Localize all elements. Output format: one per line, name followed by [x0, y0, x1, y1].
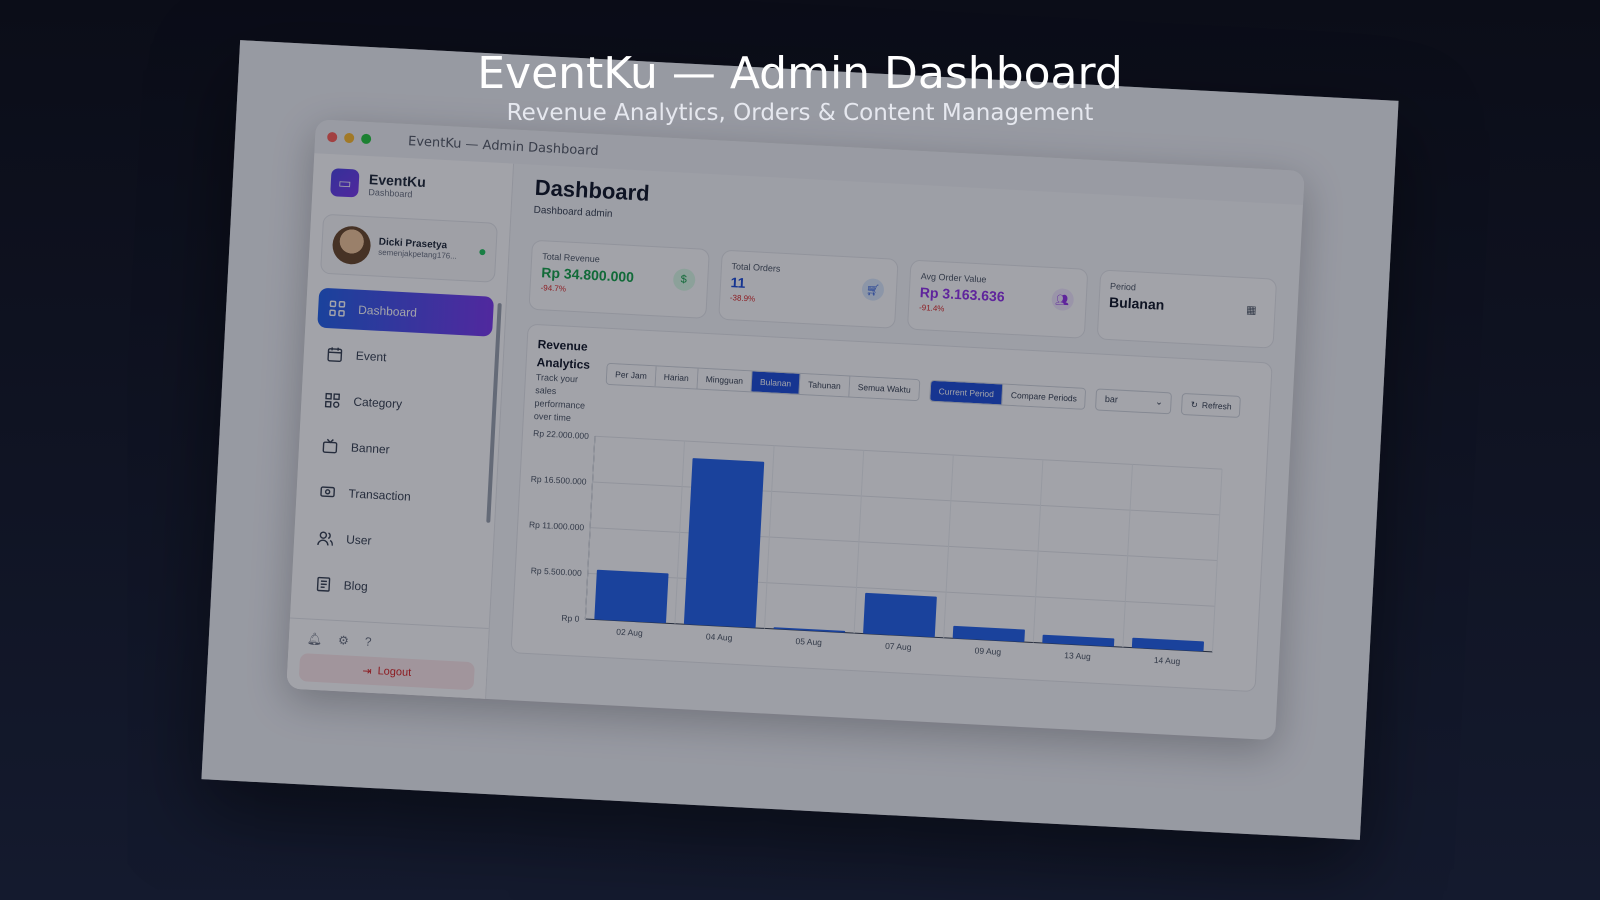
- stat-card-period[interactable]: Period Bulanan ▦: [1096, 269, 1278, 349]
- logout-label: Logout: [377, 665, 412, 679]
- sidebar-item-label: Event: [355, 348, 387, 365]
- logout-icon: ⇥: [362, 664, 372, 678]
- chart-type-value: bar: [1104, 393, 1119, 405]
- chart-type-select[interactable]: bar ⌄: [1095, 388, 1173, 415]
- hero-title: EventKu — Admin Dashboard: [477, 48, 1123, 99]
- chevron-down-icon: ⌄: [1155, 396, 1164, 407]
- gear-icon[interactable]: ⚙: [338, 633, 349, 648]
- analytics-title: Revenue Analytics: [536, 337, 591, 372]
- help-icon[interactable]: ?: [364, 635, 371, 649]
- ticket-logo-icon: ▭: [330, 168, 360, 198]
- x-tick-label: 13 Aug: [1064, 650, 1091, 661]
- sidebar-item-category[interactable]: Category: [312, 380, 489, 429]
- transaction-icon: [318, 483, 337, 502]
- y-tick-label: Rp 22.000.000: [533, 428, 589, 441]
- sidebar-item-blog[interactable]: Blog: [303, 563, 480, 612]
- category-icon: [323, 391, 342, 410]
- refresh-button[interactable]: ↻ Refresh: [1181, 392, 1242, 418]
- sidebar-item-event[interactable]: Event: [315, 334, 492, 383]
- sidebar-nav: Dashboard Event Category Banner Transact…: [303, 287, 495, 613]
- x-tick-label: 07 Aug: [885, 641, 912, 652]
- calendar-icon: [325, 345, 344, 364]
- profile-card[interactable]: Dicki Prasetya semenjakpetang176...: [320, 213, 498, 283]
- chart-bar: [1131, 637, 1204, 652]
- x-tick-label: 05 Aug: [795, 636, 822, 647]
- tab-per-jam[interactable]: Per Jam: [606, 363, 657, 387]
- grid-line: [590, 527, 1218, 562]
- maximize-window-button[interactable]: [360, 133, 372, 145]
- x-tick-label: 14 Aug: [1154, 655, 1181, 666]
- window-title: EventKu — Admin Dashboard: [407, 133, 599, 159]
- sidebar-item-label: Blog: [343, 578, 369, 594]
- screenshot-stage: EventKu — Admin Dashboard ▭ EventKu Dash…: [201, 40, 1399, 840]
- x-tick-label: 04 Aug: [706, 631, 733, 642]
- grid-line: [592, 481, 1220, 516]
- y-tick-label: Rp 0: [561, 613, 580, 624]
- revenue-bar-chart: Rp 0 Rp 5.500.000 Rp 11.000.000 Rp 16.500.0…: [529, 428, 1223, 666]
- tab-semua-waktu[interactable]: Semua Waktu: [849, 376, 920, 401]
- bell-icon[interactable]: 🔔︎: [307, 631, 323, 646]
- app-body: ▭ EventKu Dashboard Dicki Prasetya semen…: [286, 153, 1303, 740]
- revenue-analytics-panel: Revenue Analytics Track your sales perfo…: [510, 323, 1273, 693]
- blog-icon: [313, 575, 332, 594]
- sidebar-item-label: Transaction: [348, 486, 412, 504]
- refresh-label: Refresh: [1201, 399, 1232, 412]
- tab-tahunan[interactable]: Tahunan: [799, 373, 851, 397]
- stat-card-orders: Total Orders 11 -38.9% 🛒︎: [717, 249, 899, 329]
- users-icon: [316, 529, 335, 548]
- sidebar-item-label: Category: [353, 394, 403, 412]
- sidebar-item-label: Banner: [350, 440, 391, 457]
- online-status-icon: [479, 248, 486, 256]
- close-window-button[interactable]: [326, 131, 338, 143]
- grid-icon: [328, 299, 347, 318]
- chart-bar: [863, 592, 937, 638]
- tab-bulanan[interactable]: Bulanan: [751, 371, 801, 394]
- x-tick-label: 02 Aug: [616, 627, 643, 638]
- compare-toggle: Current Period Compare Periods: [929, 379, 1087, 410]
- analytics-controls: Per Jam Harian Mingguan Bulanan Tahunan Semua…: [605, 362, 1242, 418]
- y-tick-label: Rp 5.500.000: [531, 565, 583, 578]
- hero-subtitle: Revenue Analytics, Orders & Content Mana…: [506, 100, 1094, 126]
- y-tick-label: Rp 16.500.000: [531, 474, 587, 487]
- x-tick-label: 09 Aug: [974, 645, 1001, 656]
- stat-card-revenue: Total Revenue Rp 34.800.000 -94.7% $: [528, 239, 710, 319]
- analytics-description: Track your sales performance over time: [533, 372, 586, 423]
- sidebar-footer: 🔔︎ ⚙ ? ⇥ Logout: [286, 617, 489, 699]
- sidebar-item-dashboard[interactable]: Dashboard: [317, 287, 495, 337]
- sidebar-item-label: User: [345, 532, 372, 548]
- chart-bar: [683, 458, 765, 628]
- main-content: Dashboard Dashboard admin Total Revenue …: [486, 164, 1303, 741]
- sidebar: ▭ EventKu Dashboard Dicki Prasetya semen…: [286, 153, 515, 699]
- sidebar-item-label: Dashboard: [357, 302, 418, 320]
- tab-current-period[interactable]: Current Period: [930, 380, 1004, 405]
- sidebar-item-banner[interactable]: Banner: [310, 425, 487, 474]
- granularity-toggle: Per Jam Harian Mingguan Bulanan Tahunan Semua…: [605, 362, 921, 402]
- brand[interactable]: ▭ EventKu Dashboard: [330, 168, 494, 204]
- minimize-window-button[interactable]: [343, 132, 355, 144]
- grid-line: [594, 435, 1223, 470]
- app-window: EventKu — Admin Dashboard ▭ EventKu Dash…: [286, 119, 1305, 741]
- stat-card-avg-order: Avg Order Value Rp 3.163.636 -91.4% 👥︎: [906, 259, 1088, 339]
- tab-compare-periods[interactable]: Compare Periods: [1002, 384, 1086, 409]
- avatar: [331, 225, 372, 266]
- sidebar-item-transaction[interactable]: Transaction: [308, 471, 485, 520]
- refresh-icon: ↻: [1190, 398, 1199, 410]
- tab-harian[interactable]: Harian: [655, 366, 699, 389]
- chart-bar: [594, 569, 669, 624]
- y-tick-label: Rp 11.000.000: [529, 519, 585, 532]
- chart-bar: [952, 625, 1025, 642]
- sidebar-item-user[interactable]: User: [305, 517, 482, 566]
- tab-mingguan[interactable]: Mingguan: [697, 368, 753, 392]
- tv-icon: [321, 437, 340, 456]
